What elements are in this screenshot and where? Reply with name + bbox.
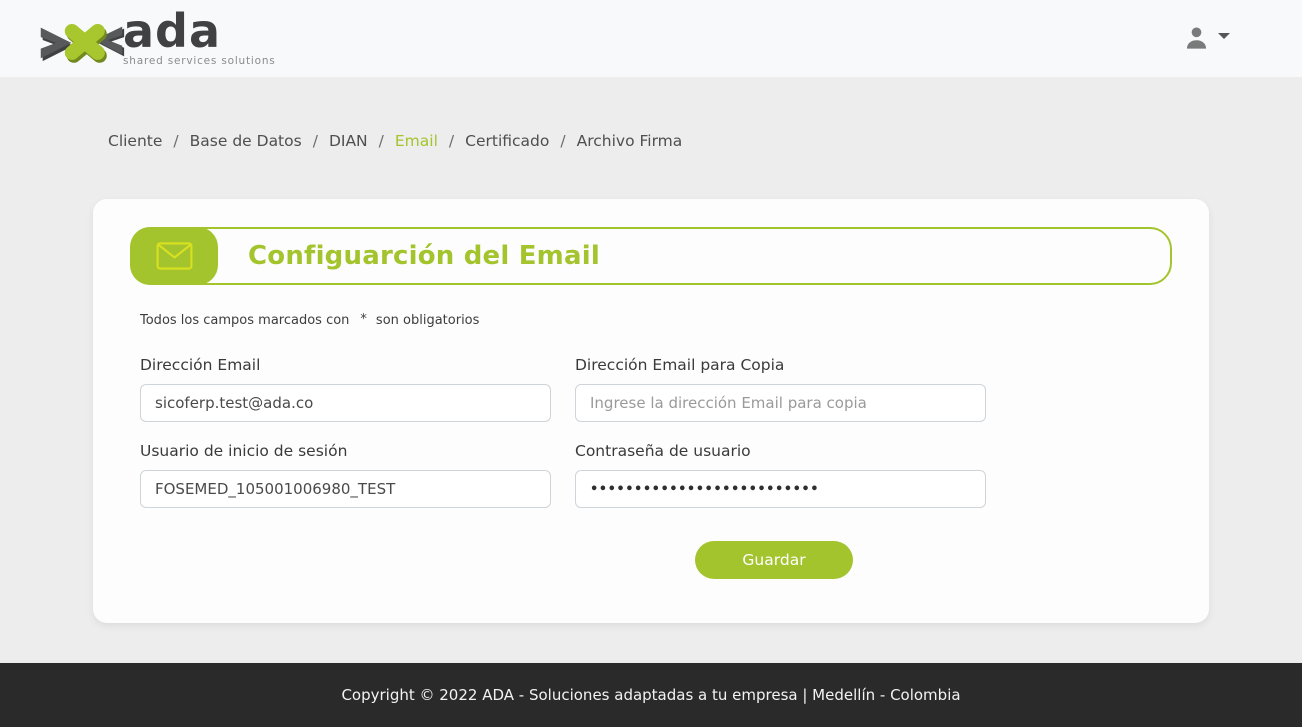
- field-direccion-email-copia: Dirección Email para Copia: [575, 356, 986, 422]
- breadcrumb-separator: /: [313, 132, 318, 150]
- logo-tagline: shared services solutions: [123, 55, 276, 67]
- form-actions: Guardar: [140, 541, 1209, 579]
- field-usuario-inicio-sesion: Usuario de inicio de sesión: [140, 442, 551, 508]
- breadcrumb-email-active[interactable]: Email: [395, 132, 438, 150]
- breadcrumb-separator: /: [379, 132, 384, 150]
- chevron-down-icon: [1218, 33, 1230, 39]
- breadcrumb: Cliente / Base de Datos / DIAN / Email /…: [108, 77, 1302, 150]
- breadcrumb-certificado[interactable]: Certificado: [465, 132, 549, 150]
- required-marker: *: [360, 312, 367, 327]
- email-field[interactable]: [140, 384, 551, 422]
- email-config-card: Configuarción del Email Todos los campos…: [93, 199, 1209, 623]
- email-copy-field-label: Dirección Email para Copia: [575, 356, 986, 374]
- breadcrumb-dian[interactable]: DIAN: [329, 132, 368, 150]
- email-field-label: Dirección Email: [140, 356, 551, 374]
- email-copy-field[interactable]: [575, 384, 986, 422]
- copyright-text: Copyright © 2022 ADA - Soluciones adapta…: [341, 686, 960, 704]
- ada-logo-icon: [35, 11, 127, 71]
- password-field-label: Contraseña de usuario: [575, 442, 986, 460]
- save-button[interactable]: Guardar: [695, 541, 853, 579]
- breadcrumb-separator: /: [173, 132, 178, 150]
- username-field[interactable]: [140, 470, 551, 508]
- page-title: Configuarción del Email: [248, 241, 600, 271]
- breadcrumb-separator: /: [449, 132, 454, 150]
- password-field[interactable]: [575, 470, 986, 508]
- app-header: ada shared services solutions: [0, 0, 1302, 77]
- field-contrasena-usuario: Contraseña de usuario: [575, 442, 986, 508]
- ada-logo: ada shared services solutions: [35, 7, 276, 71]
- required-fields-note: Todos los campos marcados con * son obli…: [140, 313, 1209, 328]
- app-footer: Copyright © 2022 ADA - Soluciones adapta…: [0, 663, 1302, 727]
- envelope-icon-box: [130, 227, 218, 285]
- field-direccion-email: Dirección Email: [140, 356, 551, 422]
- breadcrumb-base-de-datos[interactable]: Base de Datos: [190, 132, 302, 150]
- user-icon: [1183, 25, 1210, 52]
- breadcrumb-archivo-firma[interactable]: Archivo Firma: [577, 132, 683, 150]
- email-config-form: Dirección Email Dirección Email para Cop…: [140, 356, 986, 508]
- required-note-suffix: son obligatorios: [376, 313, 479, 328]
- breadcrumb-separator: /: [560, 132, 565, 150]
- envelope-icon: [156, 242, 193, 270]
- main-area: Cliente / Base de Datos / DIAN / Email /…: [0, 77, 1302, 663]
- breadcrumb-cliente[interactable]: Cliente: [108, 132, 162, 150]
- user-menu[interactable]: [1183, 25, 1230, 52]
- username-field-label: Usuario de inicio de sesión: [140, 442, 551, 460]
- required-note-prefix: Todos los campos marcados con: [140, 313, 349, 328]
- card-header: Configuarción del Email: [130, 227, 1172, 285]
- logo-wordmark: ada: [123, 9, 276, 53]
